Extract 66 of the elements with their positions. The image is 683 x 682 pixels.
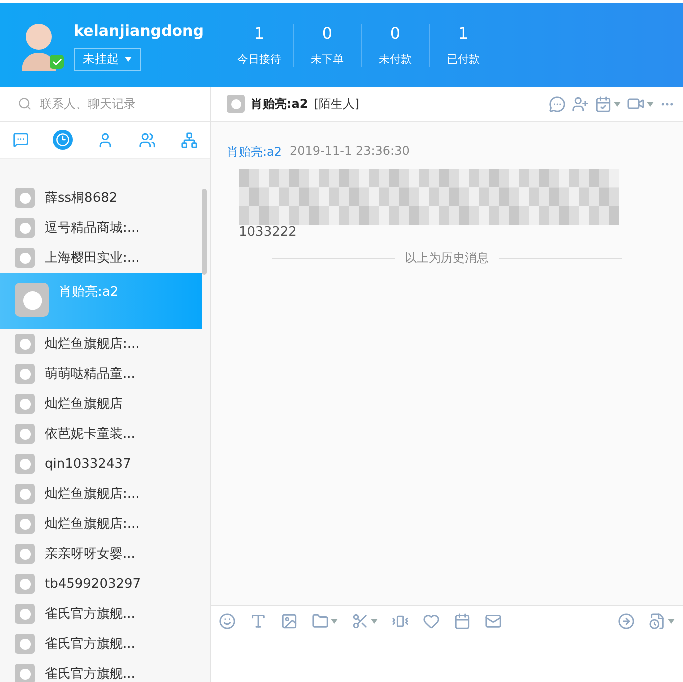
contact-avatar-icon bbox=[227, 95, 245, 113]
contact-item[interactable]: tb4599203297 bbox=[0, 569, 202, 599]
stat-label: 今日接待 bbox=[238, 52, 282, 66]
scissors-icon[interactable] bbox=[352, 612, 378, 630]
arrow-circle-icon[interactable] bbox=[618, 612, 635, 630]
stat-value: 0 bbox=[390, 24, 401, 42]
contact-item[interactable]: 萌萌哒精品童... bbox=[0, 359, 202, 389]
chat-title: 肖贻亮:a2 bbox=[251, 96, 308, 112]
contact-item[interactable]: 灿烂鱼旗舰店 bbox=[0, 389, 202, 419]
message-time: 2019-11-1 23:36:30 bbox=[290, 144, 410, 160]
scrollbar[interactable] bbox=[202, 189, 207, 275]
message-text: 1033222 bbox=[238, 225, 298, 240]
contact-avatar-icon bbox=[15, 484, 35, 504]
contact-item[interactable]: 雀氏官方旗舰... bbox=[0, 629, 202, 659]
org-tab-icon[interactable] bbox=[179, 130, 199, 150]
stat-value: 1 bbox=[458, 24, 469, 42]
heart-icon[interactable] bbox=[423, 612, 440, 630]
contact-tag: [陌生人] bbox=[314, 96, 543, 112]
contact-avatar-icon bbox=[15, 283, 49, 317]
contact-item[interactable]: 上海樱田实业:... bbox=[0, 243, 202, 273]
contact-avatar-icon bbox=[15, 218, 35, 238]
chat-bubble-icon[interactable] bbox=[549, 96, 566, 112]
search-icon bbox=[18, 97, 32, 111]
emoji-icon[interactable] bbox=[219, 612, 236, 630]
contact-item[interactable]: 灿烂鱼旗舰店:... bbox=[0, 479, 202, 509]
user-add-icon[interactable] bbox=[572, 96, 589, 112]
message-input[interactable] bbox=[211, 636, 683, 682]
contact-avatar-icon bbox=[15, 604, 35, 624]
stat-label: 未下单 bbox=[311, 52, 344, 66]
stat-label: 未付款 bbox=[379, 52, 412, 66]
calendar-icon[interactable] bbox=[454, 612, 471, 630]
contact-item[interactable]: 灿烂鱼旗舰店:... bbox=[0, 329, 202, 359]
contact-item[interactable]: 亲亲呀呀女婴... bbox=[0, 539, 202, 569]
calendar-check-icon[interactable] bbox=[595, 96, 621, 112]
contact-item[interactable]: 雀氏官方旗舰... bbox=[0, 659, 202, 682]
contact-avatar-icon bbox=[15, 364, 35, 384]
contact-avatar-icon bbox=[15, 394, 35, 414]
search-field[interactable]: 联系人、聊天记录 bbox=[0, 87, 210, 121]
contact-item[interactable]: 逗号精品商城:... bbox=[0, 213, 202, 243]
folder-icon[interactable] bbox=[312, 612, 338, 630]
contact-avatar-icon bbox=[15, 188, 35, 208]
contact-avatar-icon bbox=[15, 248, 35, 268]
history-divider: 以上为历史消息 bbox=[405, 250, 489, 267]
text-format-icon[interactable] bbox=[250, 612, 267, 630]
message-sender: 肖贻亮:a2 bbox=[227, 144, 282, 161]
contact-item[interactable]: 薛ss桐8682 bbox=[0, 183, 202, 213]
history-icon[interactable] bbox=[649, 612, 675, 630]
stat-value: 0 bbox=[322, 24, 333, 42]
contact-item[interactable]: 依芭妮卡童装... bbox=[0, 419, 202, 449]
image-icon[interactable] bbox=[281, 612, 298, 630]
contact-avatar-icon bbox=[15, 424, 35, 444]
stat-value: 1 bbox=[254, 24, 265, 42]
contact-avatar-icon bbox=[15, 574, 35, 594]
contact-item[interactable]: 雀氏官方旗舰... bbox=[0, 599, 202, 629]
mail-icon[interactable] bbox=[485, 612, 502, 630]
username: kelanjiangdong bbox=[74, 20, 204, 42]
contact-avatar-icon bbox=[15, 634, 35, 654]
contact-item[interactable]: qin10332437 bbox=[0, 449, 202, 479]
recent-tab-icon[interactable] bbox=[53, 130, 73, 150]
contact-avatar-icon bbox=[15, 544, 35, 564]
contact-item[interactable]: 灿烂鱼旗舰店:... bbox=[0, 509, 202, 539]
contact-avatar-icon bbox=[15, 454, 35, 474]
caret-icon bbox=[125, 56, 132, 62]
contact-avatar-icon bbox=[15, 514, 35, 534]
contact-avatar-icon bbox=[15, 334, 35, 354]
stat-label: 已付款 bbox=[447, 52, 480, 66]
